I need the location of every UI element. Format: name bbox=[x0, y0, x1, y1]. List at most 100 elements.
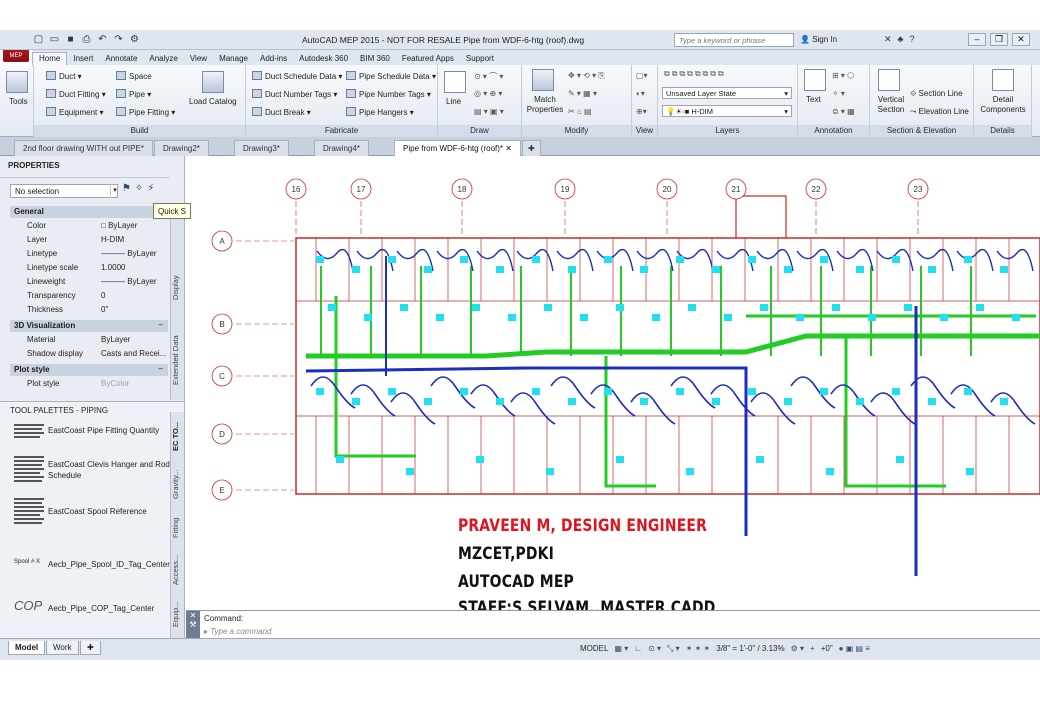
side-tab-extended-data[interactable]: Extended Data bbox=[171, 322, 185, 398]
pipe-number-tags-button[interactable]: Pipe Number Tags ▾ bbox=[346, 89, 431, 99]
add-layout-button[interactable]: ✚ bbox=[80, 641, 101, 655]
leader-icon[interactable]: ✧ ▾ bbox=[832, 89, 845, 98]
equipment-button[interactable]: Equipment ▾ bbox=[46, 107, 104, 117]
new-file-icon[interactable]: ▢ bbox=[32, 34, 45, 46]
pipe-button[interactable]: Pipe ▾ bbox=[116, 89, 151, 99]
new-tab-button[interactable]: ✚ bbox=[522, 140, 541, 156]
dimension-icon[interactable]: ⊞ ▾ ⬡ bbox=[832, 71, 854, 80]
command-line-handle[interactable]: ✕ ⚒ bbox=[186, 611, 200, 639]
annotation-scale-icon[interactable]: ✶ ✶ ✶ bbox=[686, 644, 711, 654]
vertical-section-button[interactable]: Vertical Section bbox=[874, 95, 908, 115]
duct-fitting-button[interactable]: Duct Fitting ▾ bbox=[46, 89, 106, 99]
pipe-schedule-data-button[interactable]: Pipe Schedule Data ▾ bbox=[346, 71, 436, 81]
text-icon[interactable] bbox=[804, 69, 826, 91]
doc-tab-pipe-from-wdf[interactable]: Pipe from WDF-6-htg (roof)* ✕ bbox=[394, 140, 521, 156]
help-icon[interactable]: ? bbox=[909, 34, 914, 45]
layers-panel-label[interactable]: Layers bbox=[658, 125, 797, 137]
view-cube-icon[interactable]: ▢▾ bbox=[636, 71, 648, 80]
undo-icon[interactable]: ↶ bbox=[96, 34, 109, 46]
space-button[interactable]: Space bbox=[116, 71, 152, 81]
section-line-button[interactable]: ⟐ Section Line bbox=[910, 89, 963, 99]
close-icon[interactable]: ✕ bbox=[190, 611, 197, 620]
command-input[interactable]: ▸ Type a command bbox=[204, 627, 271, 636]
prop-row-lineweight[interactable]: Lineweight ——— ByLayer bbox=[10, 275, 168, 289]
build-panel-label[interactable]: Build bbox=[34, 125, 245, 137]
group-plot-style[interactable]: Plot style – bbox=[10, 364, 168, 376]
ribbon-tab-featured-apps[interactable]: Featured Apps bbox=[396, 53, 460, 65]
ribbon-tab-add-ins[interactable]: Add-ins bbox=[254, 53, 293, 65]
open-file-icon[interactable]: ▭ bbox=[48, 34, 61, 46]
details-panel-label[interactable]: Details bbox=[974, 125, 1031, 137]
polar-tracking-icon[interactable]: ⊙ ▾ bbox=[648, 644, 661, 654]
palette-tab-access[interactable]: Access... bbox=[171, 550, 185, 590]
prop-row-plot-style[interactable]: Plot style ByColor bbox=[10, 377, 168, 391]
fabricate-panel-label[interactable]: Fabricate bbox=[246, 125, 437, 137]
draw-panel-label[interactable]: Draw bbox=[438, 125, 521, 137]
ribbon-tab-home[interactable]: Home bbox=[32, 52, 68, 65]
prop-row-layer[interactable]: Layer H-DIM bbox=[10, 233, 168, 247]
model-space-toggle[interactable]: MODEL bbox=[580, 644, 608, 654]
duct-button[interactable]: Duct ▾ bbox=[46, 71, 82, 81]
palette-tab-equipment[interactable]: Equip... bbox=[171, 594, 185, 634]
detail-components-button[interactable]: Detail Components bbox=[976, 95, 1030, 115]
layer-state-select[interactable]: Unsaved Layer State ▾ bbox=[662, 87, 792, 99]
view-zoom-icon[interactable]: ⊕▾ bbox=[636, 107, 647, 116]
prop-row-thickness[interactable]: Thickness 0" bbox=[10, 303, 168, 317]
osnap-icon[interactable]: ⤡ ▾ bbox=[667, 644, 680, 654]
move-tool-icon[interactable]: ✥ ▾ ⟲ ▾ ⎘ bbox=[568, 71, 605, 81]
restore-button[interactable]: ❐ bbox=[990, 33, 1008, 46]
close-icon[interactable]: ✕ bbox=[505, 144, 512, 153]
prop-row-transparency[interactable]: Transparency 0 bbox=[10, 289, 168, 303]
prop-row-color[interactable]: Color □ ByLayer bbox=[10, 219, 168, 233]
arc-tool-icon[interactable]: ◎ ▾ ⊕ ▾ bbox=[474, 89, 502, 98]
workspace-icon[interactable]: ⚙ bbox=[128, 34, 141, 46]
selection-select[interactable]: No selection bbox=[10, 184, 118, 198]
exchange-icon[interactable]: ✕ bbox=[884, 34, 892, 45]
ribbon-tab-manage[interactable]: Manage bbox=[213, 53, 254, 65]
quick-select-icon[interactable]: ⚡ bbox=[147, 183, 154, 194]
match-properties-icon[interactable] bbox=[532, 69, 554, 91]
pipe-fitting-button[interactable]: Pipe Fitting ▾ bbox=[116, 107, 175, 117]
circle-tool-icon[interactable]: ⊙ ▾ ⌒ ▾ bbox=[474, 71, 503, 82]
ribbon-tab-analyze[interactable]: Analyze bbox=[143, 53, 183, 65]
tools-button[interactable]: Tools bbox=[9, 97, 28, 106]
prop-row-material[interactable]: Material ByLayer bbox=[10, 333, 168, 347]
grid-icon[interactable]: ▦ ▾ bbox=[614, 644, 628, 654]
vertical-section-icon[interactable] bbox=[878, 69, 900, 91]
plus-icon[interactable]: + bbox=[810, 644, 815, 654]
rotation-value[interactable]: +0" bbox=[821, 644, 833, 654]
ribbon-tab-bim-360[interactable]: BIM 360 bbox=[354, 53, 396, 65]
duct-schedule-data-button[interactable]: Duct Schedule Data ▾ bbox=[252, 71, 342, 81]
line-button[interactable]: Line bbox=[446, 97, 461, 106]
prop-row-linetype[interactable]: Linetype ——— ByLayer bbox=[10, 247, 168, 261]
tool-clevis-hanger-schedule[interactable]: EastCoast Clevis Hanger and Rod Schedule bbox=[14, 456, 170, 486]
annotation-panel-label[interactable]: Annotation bbox=[798, 125, 869, 137]
tool-spool-reference[interactable]: EastCoast Spool Reference bbox=[14, 498, 170, 528]
layout-tab-model[interactable]: Model bbox=[8, 641, 46, 655]
ribbon-tab-view[interactable]: View bbox=[184, 53, 213, 65]
load-catalog-icon[interactable] bbox=[202, 71, 224, 93]
doc-tab-drawing3[interactable]: Drawing3* bbox=[234, 140, 289, 156]
view-panel-label[interactable]: View bbox=[632, 125, 657, 137]
palette-tab-ec-tools[interactable]: EC TO... bbox=[171, 414, 185, 458]
modify-panel-label[interactable]: Modify bbox=[522, 125, 631, 137]
hatch-tool-icon[interactable]: ▤ ▾ ▣ ▾ bbox=[474, 107, 504, 116]
a360-icon[interactable]: ♣ bbox=[898, 34, 904, 45]
ortho-icon[interactable]: ∟ bbox=[634, 644, 642, 654]
elevation-line-button[interactable]: ⤳ Elevation Line bbox=[910, 107, 969, 117]
copy-tool-icon[interactable]: ✎ ▾ ▦ ▾ bbox=[568, 89, 597, 98]
layer-tools-icon[interactable]: ⧉⧉⧉⧉⧉⧉⧉⧉ bbox=[664, 69, 726, 79]
tools-icon[interactable] bbox=[6, 71, 28, 93]
annotation-scale-value[interactable]: 3/8" = 1'-0" / 3.13% bbox=[716, 644, 784, 654]
plot-icon[interactable]: ⎙ bbox=[80, 34, 93, 46]
layout-tab-work[interactable]: Work bbox=[46, 641, 79, 655]
ribbon-tab-autodesk-360[interactable]: Autodesk 360 bbox=[293, 53, 354, 65]
select-objects-icon[interactable]: ✧ bbox=[135, 183, 143, 194]
detail-components-icon[interactable] bbox=[992, 69, 1014, 91]
palette-tab-fitting[interactable]: Fitting bbox=[171, 510, 185, 546]
tool-cop-tag[interactable]: COP Aecb_Pipe_COP_Tag_Center bbox=[14, 598, 170, 616]
match-properties-button[interactable]: Match Properties bbox=[525, 95, 565, 115]
doc-tab-drawing2[interactable]: Drawing2* bbox=[154, 140, 209, 156]
ribbon-tab-insert[interactable]: Insert bbox=[67, 53, 99, 65]
minimize-button[interactable]: – bbox=[968, 33, 986, 46]
